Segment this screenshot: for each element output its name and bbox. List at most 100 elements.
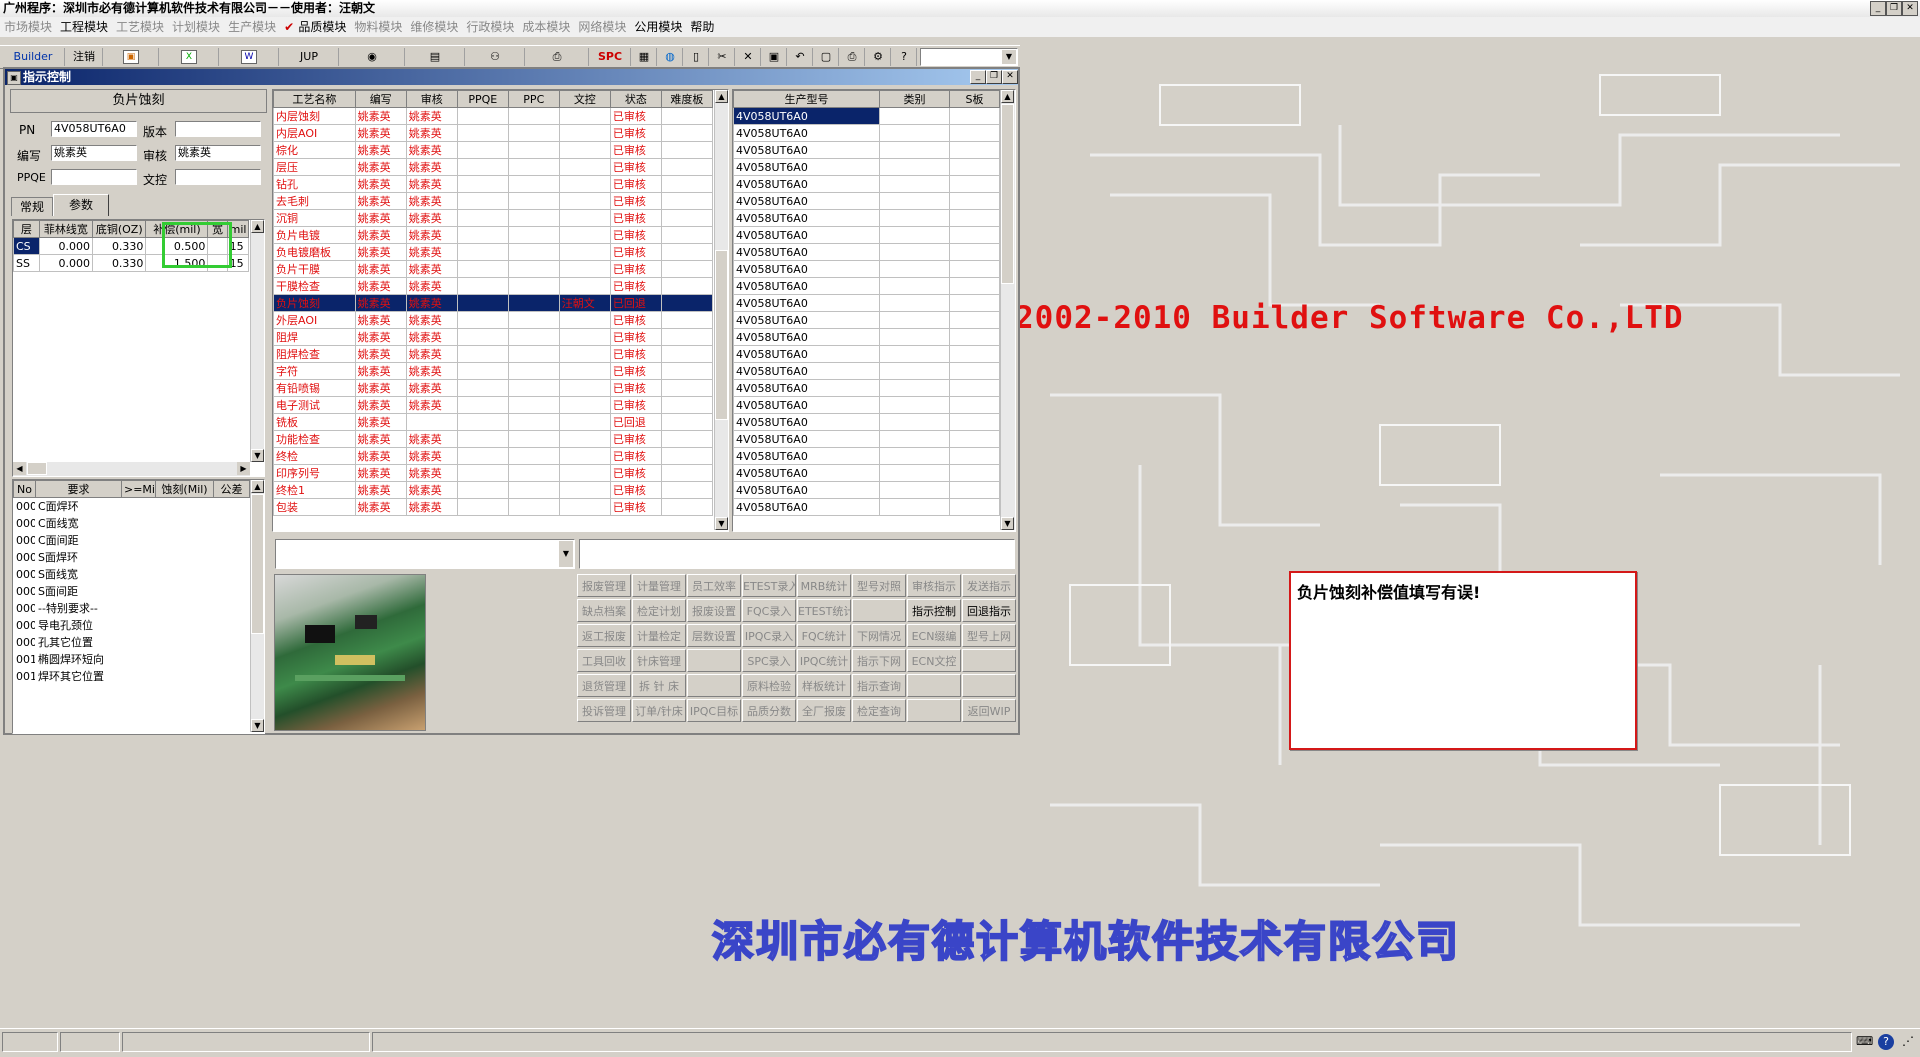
table-cell[interactable]: 4V058UT6A0 (733, 209, 880, 227)
scroll-down-icon[interactable]: ▼ (715, 517, 728, 530)
table-cell[interactable]: 0.000 (38, 254, 94, 272)
table-cell[interactable]: 姚素英 (354, 175, 407, 193)
table-row[interactable]: 4V058UT6A0 (733, 413, 1000, 431)
table-row[interactable]: 干膜检查 姚素英 姚素英 已审核 (273, 277, 714, 295)
table-cell[interactable]: 000 (14, 549, 36, 566)
menu-item-1[interactable]: 工程模块 (56, 17, 112, 37)
table-cell[interactable] (879, 498, 950, 516)
table-cell[interactable]: 4V058UT6A0 (733, 498, 880, 516)
table-cell[interactable] (558, 345, 611, 363)
table-cell[interactable] (879, 362, 950, 380)
table-cell[interactable] (558, 175, 611, 193)
undo-icon[interactable]: ↶ (788, 48, 813, 66)
function-button[interactable]: 退货管理 (577, 674, 631, 697)
table-row[interactable]: 内层蚀刻 姚素英 姚素英 已审核 (273, 107, 714, 125)
version-field[interactable] (175, 121, 261, 137)
table-row[interactable]: 4V058UT6A0 (733, 498, 1000, 516)
table-cell[interactable]: 姚素英 (354, 498, 407, 516)
table-cell[interactable] (949, 311, 1000, 329)
table-cell[interactable]: 外层AOI (273, 311, 356, 329)
menu-item-5[interactable]: ✔ 品质模块 (280, 17, 350, 37)
table-cell[interactable] (879, 175, 950, 193)
table-cell[interactable] (456, 124, 509, 142)
users-icon[interactable]: ⚇ (466, 48, 525, 66)
table-cell[interactable]: 姚素英 (354, 107, 407, 125)
table-cell[interactable] (456, 107, 509, 125)
calendar-icon[interactable]: ▦ (632, 48, 657, 66)
note-field[interactable] (579, 539, 1015, 569)
table-cell[interactable]: 姚素英 (405, 396, 458, 414)
table-cell[interactable]: 4V058UT6A0 (733, 447, 880, 465)
table-cell[interactable]: 已审核 (609, 481, 662, 499)
table-cell[interactable]: 姚素英 (405, 243, 458, 261)
table-cell[interactable] (660, 464, 714, 482)
table-cell[interactable] (879, 277, 950, 295)
table-cell[interactable] (879, 430, 950, 448)
table-cell[interactable]: 椭圆焊环短向 (36, 651, 122, 668)
model-col-header[interactable]: S板 (949, 90, 1000, 108)
menu-item-11[interactable]: 公用模块 (630, 17, 686, 37)
table-cell[interactable]: 4V058UT6A0 (733, 107, 880, 125)
table-cell[interactable] (507, 481, 560, 499)
table-row[interactable]: 阻焊 姚素英 姚素英 已审核 (273, 328, 714, 346)
table-cell[interactable] (456, 260, 509, 278)
function-button[interactable]: 下网情况 (852, 624, 906, 647)
function-button[interactable]: 指示查询 (852, 674, 906, 697)
table-cell[interactable]: 姚素英 (405, 311, 458, 329)
table-cell[interactable]: 已回退 (609, 294, 662, 312)
table-cell[interactable]: 000 (14, 498, 36, 515)
table-cell[interactable]: 已审核 (609, 328, 662, 346)
table-cell[interactable] (558, 158, 611, 176)
table-row[interactable]: 4V058UT6A0 (733, 430, 1000, 448)
table-row[interactable]: 字符 姚素英 姚素英 已审核 (273, 362, 714, 380)
function-button[interactable]: 计量检定 (632, 624, 686, 647)
table-row[interactable]: 阻焊检查 姚素英 姚素英 已审核 (273, 345, 714, 363)
table-cell[interactable] (214, 600, 250, 617)
table-cell[interactable] (949, 379, 1000, 397)
function-button[interactable] (852, 599, 906, 622)
table-cell[interactable]: 000 (14, 600, 36, 617)
table-cell[interactable] (558, 243, 611, 261)
table-cell[interactable]: 姚素英 (405, 379, 458, 397)
function-button[interactable]: 工具回收 (577, 649, 631, 672)
table-row[interactable]: 包装 姚素英 姚素英 已审核 (273, 498, 714, 516)
req-col-header[interactable]: 蚀刻(Mil) (155, 480, 214, 498)
table-cell[interactable] (156, 651, 214, 668)
table-cell[interactable]: 姚素英 (405, 345, 458, 363)
table-cell[interactable] (558, 192, 611, 210)
table-cell[interactable]: 姚素英 (354, 345, 407, 363)
table-cell[interactable]: 姚素英 (354, 311, 407, 329)
table-cell[interactable]: 姚素英 (405, 192, 458, 210)
process-col-header[interactable]: 文控 (558, 90, 611, 108)
table-cell[interactable] (949, 209, 1000, 227)
globe-icon[interactable]: ◍ (658, 48, 683, 66)
table-cell[interactable]: CS (13, 237, 40, 255)
table-cell[interactable] (214, 617, 250, 634)
table-cell[interactable] (456, 413, 509, 431)
table-cell[interactable] (558, 328, 611, 346)
table-cell[interactable]: 姚素英 (405, 447, 458, 465)
table-cell[interactable]: 4V058UT6A0 (733, 328, 880, 346)
function-button[interactable]: 层数设置 (687, 624, 741, 647)
table-cell[interactable]: 钻孔 (273, 175, 356, 193)
table-row[interactable]: 印序列号 姚素英 姚素英 已审核 (273, 464, 714, 482)
table-cell[interactable] (507, 175, 560, 193)
table-cell[interactable]: 电子测试 (273, 396, 356, 414)
logout-button[interactable]: 注销 (66, 48, 103, 66)
function-button[interactable]: 发送指示 (962, 574, 1016, 597)
table-cell[interactable] (507, 362, 560, 380)
table-cell[interactable]: 姚素英 (405, 498, 458, 516)
scroll-left-icon[interactable]: ◀ (13, 462, 26, 475)
scroll-down-icon[interactable]: ▼ (251, 449, 264, 462)
table-cell[interactable] (949, 107, 1000, 125)
scroll-down-icon[interactable]: ▼ (251, 719, 264, 732)
table-cell[interactable] (660, 498, 714, 516)
copy-icon[interactable]: ▯ (684, 48, 709, 66)
table-cell[interactable] (214, 549, 250, 566)
layer-hscroll[interactable]: ◀ ▶ (13, 462, 250, 476)
function-button[interactable]: 拆 针 床 (632, 674, 686, 697)
function-button[interactable] (962, 674, 1016, 697)
menu-item-0[interactable]: 市场模块 (0, 17, 56, 37)
word-icon[interactable]: W (220, 48, 279, 66)
table-cell[interactable]: 姚素英 (405, 277, 458, 295)
